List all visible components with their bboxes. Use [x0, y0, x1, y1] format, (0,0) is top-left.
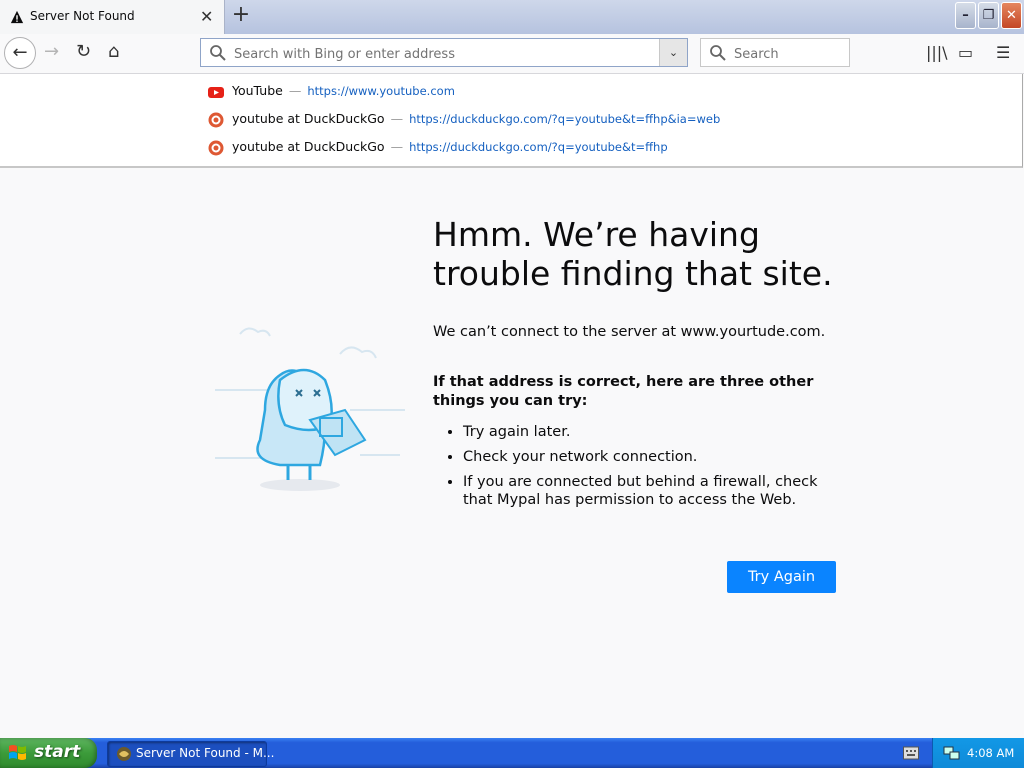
tab-close-icon[interactable]: ✕ [200, 7, 213, 26]
suggestion-url: https://duckduckgo.com/?q=youtube&t=ffhp… [409, 112, 721, 126]
start-button[interactable]: start [0, 738, 97, 768]
keyboard-icon[interactable] [903, 746, 919, 760]
taskbar-window-button[interactable]: Server Not Found - M... [107, 741, 274, 767]
back-button[interactable]: ← [4, 37, 36, 69]
suggestions-subheading: If that address is correct, here are thr… [433, 374, 814, 409]
sidebar-icon[interactable]: ▭ [958, 43, 973, 62]
suggestion-title: youtube at DuckDuckGo [232, 139, 385, 154]
minimize-button[interactable]: – [955, 2, 976, 29]
close-window-button[interactable]: ✕ [1001, 2, 1022, 29]
suggestion-title: youtube at DuckDuckGo [232, 111, 385, 126]
tip-item: Check your network connection. [463, 448, 843, 466]
suggestion-item[interactable]: youtube at DuckDuckGo — https://duckduckgo… [208, 111, 720, 133]
duckduckgo-icon [208, 112, 224, 127]
tab-strip: Server Not Found ✕ + – ❐ ✕ [0, 0, 1024, 34]
url-suggestions-dropdown: YouTube — https://www.youtube.com youtube … [0, 74, 1023, 168]
suggestion-item[interactable]: YouTube — https://www.youtube.com [208, 83, 455, 105]
system-tray: 4:08 AM [932, 738, 1024, 768]
url-bar[interactable]: ⌄ [200, 38, 688, 67]
tab-title: Server Not Found [30, 9, 135, 23]
suggestion-separator: — [288, 83, 302, 98]
url-dropdown-chevron-icon[interactable]: ⌄ [659, 39, 687, 66]
try-again-button[interactable]: Try Again [727, 561, 836, 593]
error-dino-illustration [215, 327, 405, 491]
network-icon[interactable] [943, 744, 961, 762]
clock[interactable]: 4:08 AM [967, 746, 1014, 760]
youtube-icon [208, 86, 224, 98]
suggestion-item[interactable]: youtube at DuckDuckGo — https://duckduckgo… [208, 139, 668, 161]
search-bar[interactable] [700, 38, 850, 67]
start-label: start [34, 742, 81, 762]
maximize-button[interactable]: ❐ [978, 2, 999, 29]
suggestion-url: https://duckduckgo.com/?q=youtube&t=ffhp [409, 140, 668, 154]
reload-button[interactable]: ↻ [76, 41, 91, 62]
error-message: We can’t connect to the server at www.yo… [433, 324, 826, 340]
tip-item: If you are connected but behind a firewa… [463, 473, 843, 509]
suggestion-separator: — [390, 139, 404, 154]
url-input[interactable] [232, 43, 656, 65]
windows-logo-icon [9, 745, 26, 760]
search-icon [710, 45, 726, 61]
forward-button[interactable]: → [44, 41, 59, 62]
error-heading: Hmm. We’re having trouble finding that s… [433, 215, 833, 293]
home-button[interactable]: ⌂ [108, 41, 119, 62]
suggestion-url: https://www.youtube.com [307, 84, 455, 98]
suggestion-separator: — [390, 111, 404, 126]
search-icon [210, 45, 226, 61]
tip-item: Try again later. [463, 423, 843, 441]
suggestion-title: YouTube [232, 83, 283, 98]
hamburger-menu-icon[interactable]: ☰ [996, 43, 1010, 62]
taskbar-window-title: Server Not Found - M... [136, 746, 275, 760]
navigation-toolbar: ← → ↻ ⌂ ⌄ |||\ ▭ ☰ [0, 34, 1024, 74]
new-tab-button[interactable]: + [230, 4, 252, 28]
taskbar: start Server Not Found - M... 4:08 AM [0, 738, 1024, 768]
library-icon[interactable]: |||\ [926, 43, 948, 62]
tab-server-not-found[interactable]: Server Not Found ✕ [0, 0, 225, 34]
troubleshooting-list: Try again later. Check your network conn… [433, 423, 843, 516]
browser-app-icon [117, 747, 131, 761]
warning-icon [10, 10, 24, 24]
search-input[interactable] [732, 43, 846, 65]
duckduckgo-icon [208, 140, 224, 155]
